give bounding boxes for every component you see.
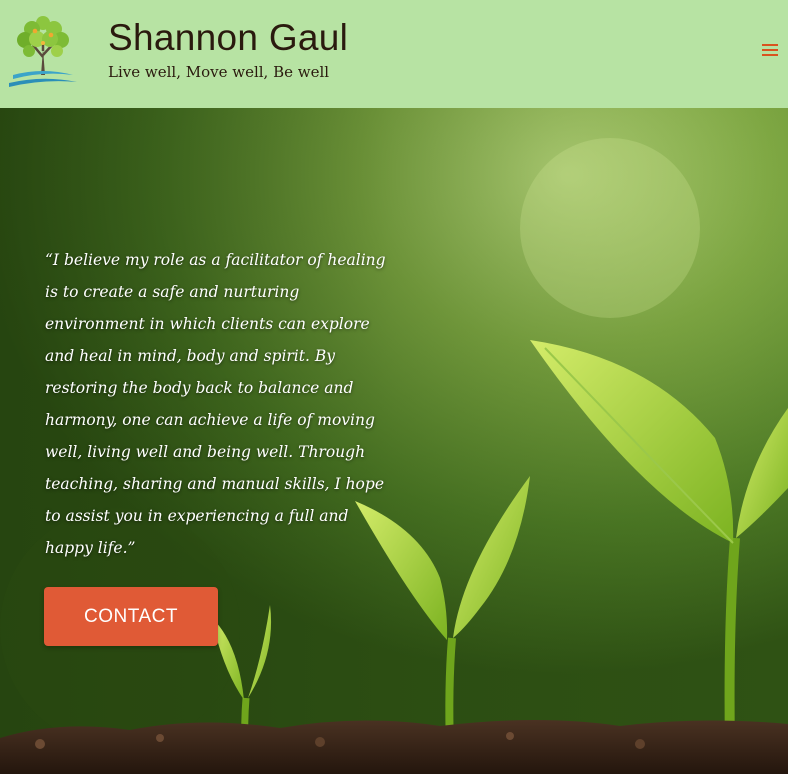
menu-bar [762,44,778,46]
site-header: Shannon Gaul Live well, Move well, Be we… [0,0,788,108]
site-tagline: Live well, Move well, Be well [108,63,330,81]
contact-button[interactable]: CONTACT [44,587,218,646]
tree-logo-icon[interactable] [7,9,79,91]
brand-text: Shannon Gaul Live well, Move well, Be we… [108,16,348,82]
menu-bar [762,49,778,51]
hero-section: “I believe my role as a facilitator of h… [0,108,788,774]
menu-bar [762,54,778,56]
hero-quote: “I believe my role as a facilitator of h… [45,251,386,557]
site-title[interactable]: Shannon Gaul [108,16,348,60]
hamburger-menu-icon[interactable] [761,42,779,58]
